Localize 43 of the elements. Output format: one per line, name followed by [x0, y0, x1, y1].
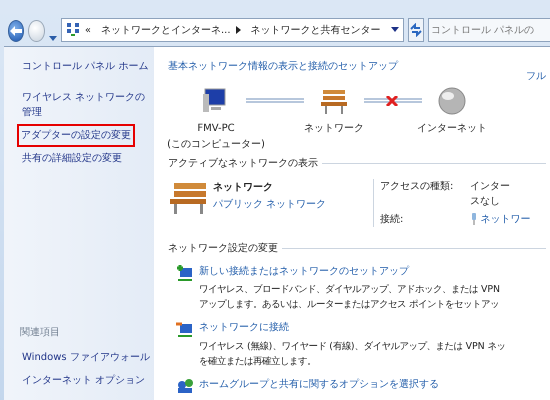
refresh-icon	[408, 23, 423, 37]
address-bar[interactable]: « ネットワークとインターネ... ネットワークと共有センター	[60, 18, 404, 42]
full-map-link[interactable]: フル	[526, 69, 546, 84]
network-name: ネットワーク	[213, 180, 274, 194]
chevron-icon	[236, 26, 241, 34]
network-computer-icon	[176, 264, 194, 282]
refresh-button[interactable]	[408, 18, 424, 42]
task-description: ワイヤレス (無線)、ワイヤード (有線)、ダイヤルアップ、または VPN ネッ を確立または再確立します。	[199, 340, 506, 368]
sidebar-link[interactable]: ワイヤレス ネットワークの管理	[20, 88, 154, 122]
network-computer-icon	[176, 320, 194, 338]
access-label: アクセスの種類:	[380, 180, 454, 194]
dropdown-icon[interactable]	[390, 27, 399, 33]
globe-icon	[437, 86, 467, 116]
search-field[interactable]: コントロール パネルの	[428, 18, 550, 42]
task-link[interactable]: 新しい接続またはネットワークのセットアップ	[199, 266, 409, 276]
connection-link[interactable]: ネットワー	[480, 212, 530, 226]
people-icon	[176, 376, 194, 394]
map-node-label: FMV-PC (このコンピューター)	[167, 122, 265, 152]
network-icon	[66, 22, 80, 38]
connection-icon	[470, 213, 478, 225]
back-arrow-icon	[9, 25, 24, 37]
connection-label: 接続:	[380, 212, 404, 226]
sidebar-link[interactable]: コントロール パネル ホーム	[20, 57, 150, 76]
breadcrumb-item[interactable]: ネットワークとインターネ...	[101, 22, 231, 38]
setup-heading[interactable]: 基本ネットワーク情報の表示と接続のセットアップ	[168, 59, 398, 84]
sidebar-link[interactable]: アダプターの設定の変更	[19, 126, 133, 145]
task-link[interactable]: ネットワークに接続	[199, 322, 289, 333]
task-link[interactable]: ホームグループと共有に関するオプションを選択する	[199, 378, 439, 390]
sidebar-link[interactable]: 共有の詳細設定の変更	[20, 149, 124, 168]
section-title: アクティブなネットワークの表示	[168, 156, 318, 170]
related-link[interactable]: インターネット オプション	[20, 371, 148, 390]
map-node-label: インターネット	[417, 122, 487, 136]
dropdown-icon[interactable]	[48, 36, 57, 42]
related-heading: 関連項目	[20, 326, 61, 340]
section-title: ネットワーク設定の変更	[168, 242, 278, 256]
breadcrumb-item[interactable]: ネットワークと共有センター	[250, 22, 381, 38]
breadcrumb-overflow[interactable]: «	[84, 22, 91, 38]
back-button[interactable]	[8, 20, 24, 42]
task-description: ワイヤレス、ブロードバンド、ダイヤルアップ、アドホック、または VPN アップします。あるいは、ルーターまたはアクセス ポイントをセットアッ	[199, 283, 500, 312]
network-type-link[interactable]: パブリック ネットワーク	[213, 198, 326, 210]
map-node-label: ネットワーク	[304, 122, 364, 136]
related-link[interactable]: Windows ファイアウォール	[20, 348, 152, 367]
access-value: インター スなし	[470, 180, 511, 208]
